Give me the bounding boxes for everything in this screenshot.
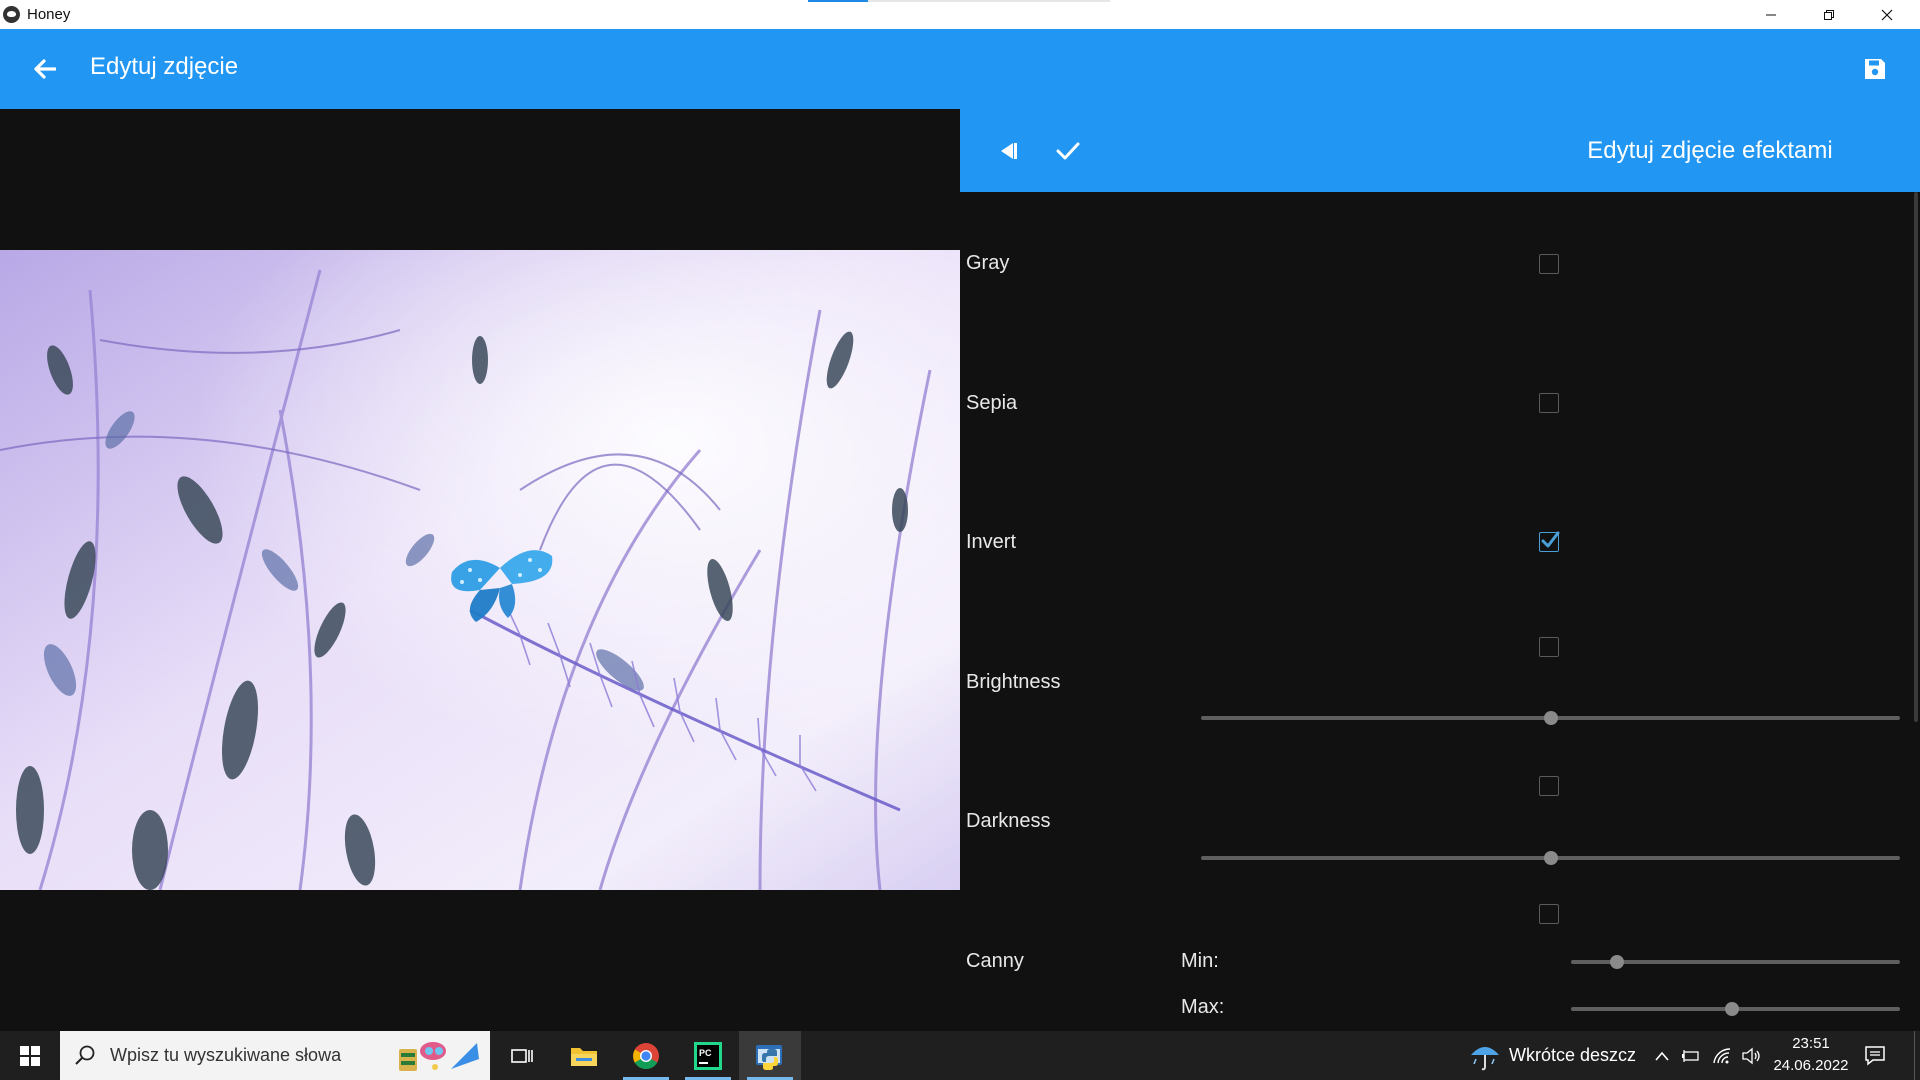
search-highlight-icon	[399, 1042, 479, 1071]
restore-button[interactable]	[1800, 0, 1857, 29]
canny-max-slider-thumb[interactable]	[1725, 1002, 1740, 1016]
notifications-icon[interactable]	[1864, 1044, 1886, 1066]
battery-icon	[1682, 1050, 1699, 1062]
show-hidden-icons-button[interactable]	[1651, 1045, 1673, 1067]
wifi-icon	[1713, 1048, 1731, 1064]
pycharm-icon: PC	[694, 1041, 722, 1070]
collapse-panel-button[interactable]	[988, 131, 1028, 171]
network-tray-button[interactable]	[1711, 1045, 1733, 1067]
app-toolbar: Edytuj zdjęcie	[0, 29, 1920, 109]
effect-sepia-label: Sepia	[966, 392, 1018, 414]
effect-gray-label: Gray	[966, 252, 1010, 274]
canny-min-slider-thumb[interactable]	[1610, 955, 1625, 969]
page-title: Edytuj zdjęcie	[90, 53, 239, 80]
task-view-icon	[511, 1048, 533, 1063]
collapse-panel-icon	[1001, 143, 1017, 159]
brightness-slider-thumb[interactable]	[1543, 711, 1558, 725]
task-view-button[interactable]	[491, 1031, 553, 1080]
chrome-button[interactable]	[615, 1031, 677, 1080]
taskbar-clock-time[interactable]: 23:51	[1776, 1035, 1846, 1052]
effect-gray-checkbox[interactable]	[1539, 254, 1559, 274]
floppy-disk-icon	[1865, 59, 1885, 79]
search-icon	[75, 1045, 95, 1065]
speaker-icon	[1742, 1047, 1760, 1065]
effect-brightness-checkbox[interactable]	[1539, 637, 1559, 657]
file-explorer-button[interactable]	[553, 1031, 615, 1080]
effect-darkness-checkbox[interactable]	[1539, 776, 1559, 796]
chrome-icon	[633, 1042, 659, 1069]
canny-min-label: Min:	[1181, 950, 1219, 972]
arrow-left-icon	[34, 59, 56, 79]
effect-brightness-label: Brightness	[966, 671, 1061, 693]
weather-status[interactable]: Wkrótce deszcz	[1509, 1045, 1636, 1066]
canny-max-label: Max:	[1181, 996, 1225, 1018]
checkmark-icon	[1541, 531, 1560, 548]
python-app-icon	[756, 1044, 782, 1070]
chevron-up-icon	[1655, 1051, 1669, 1061]
window-title: Honey	[27, 6, 71, 23]
window-title-bar: Honey	[0, 0, 1920, 29]
inverted-meadow-image	[0, 250, 960, 890]
taskbar-clock-date[interactable]: 24.06.2022	[1766, 1057, 1856, 1074]
canny-min-slider[interactable]	[1571, 952, 1900, 972]
effects-panel: Edytuj zdjęcie efektami Gray Sepia Inver…	[960, 109, 1920, 1031]
tab-indicator	[808, 0, 1110, 2]
effects-panel-header: Edytuj zdjęcie efektami	[960, 109, 1920, 192]
effect-darkness-label: Darkness	[966, 810, 1051, 832]
confirm-effects-button[interactable]	[1048, 131, 1088, 171]
search-placeholder: Wpisz tu wyszukiwane słowa	[110, 1045, 342, 1065]
file-explorer-icon	[571, 1047, 597, 1066]
pycharm-button[interactable]: PC	[677, 1031, 739, 1080]
start-button[interactable]	[0, 1031, 60, 1080]
taskbar-search-box[interactable]: Wpisz tu wyszukiwane słowa	[60, 1031, 490, 1080]
volume-tray-button[interactable]	[1740, 1045, 1762, 1067]
check-icon	[1056, 142, 1080, 160]
effects-scrollbar[interactable]	[1914, 192, 1918, 722]
battery-tray-button[interactable]	[1680, 1045, 1702, 1067]
image-viewer	[0, 109, 960, 1031]
minimize-icon	[1765, 14, 1776, 15]
darkness-slider[interactable]	[1201, 848, 1900, 868]
minimize-button[interactable]	[1742, 0, 1799, 29]
close-button[interactable]	[1858, 0, 1915, 29]
svg-text:PC: PC	[699, 1048, 712, 1058]
brightness-slider[interactable]	[1201, 708, 1900, 728]
windows-logo-icon	[20, 1045, 40, 1066]
back-button[interactable]	[25, 49, 65, 89]
effect-sepia-checkbox[interactable]	[1539, 393, 1559, 413]
effect-canny-label: Canny	[966, 950, 1024, 972]
effect-invert-checkbox[interactable]	[1539, 531, 1560, 552]
windows-taskbar: Wpisz tu wyszukiwane słowa PC Wkrótce de…	[0, 1031, 1920, 1080]
effects-panel-title-text: Edytuj zdjęcie efektami	[1587, 137, 1833, 164]
python-app-button[interactable]	[739, 1031, 801, 1080]
canny-max-slider[interactable]	[1571, 999, 1900, 1019]
darkness-slider-thumb[interactable]	[1543, 851, 1558, 865]
close-icon	[1881, 9, 1892, 20]
show-desktop-button[interactable]	[1914, 1031, 1915, 1080]
edited-photo	[0, 250, 960, 890]
effect-canny-checkbox[interactable]	[1539, 904, 1559, 924]
honey-app-icon	[3, 6, 20, 23]
rain-umbrella-icon	[1471, 1047, 1499, 1071]
effect-invert-label: Invert	[966, 531, 1017, 553]
save-button[interactable]	[1855, 49, 1895, 89]
restore-icon	[1823, 9, 1834, 20]
